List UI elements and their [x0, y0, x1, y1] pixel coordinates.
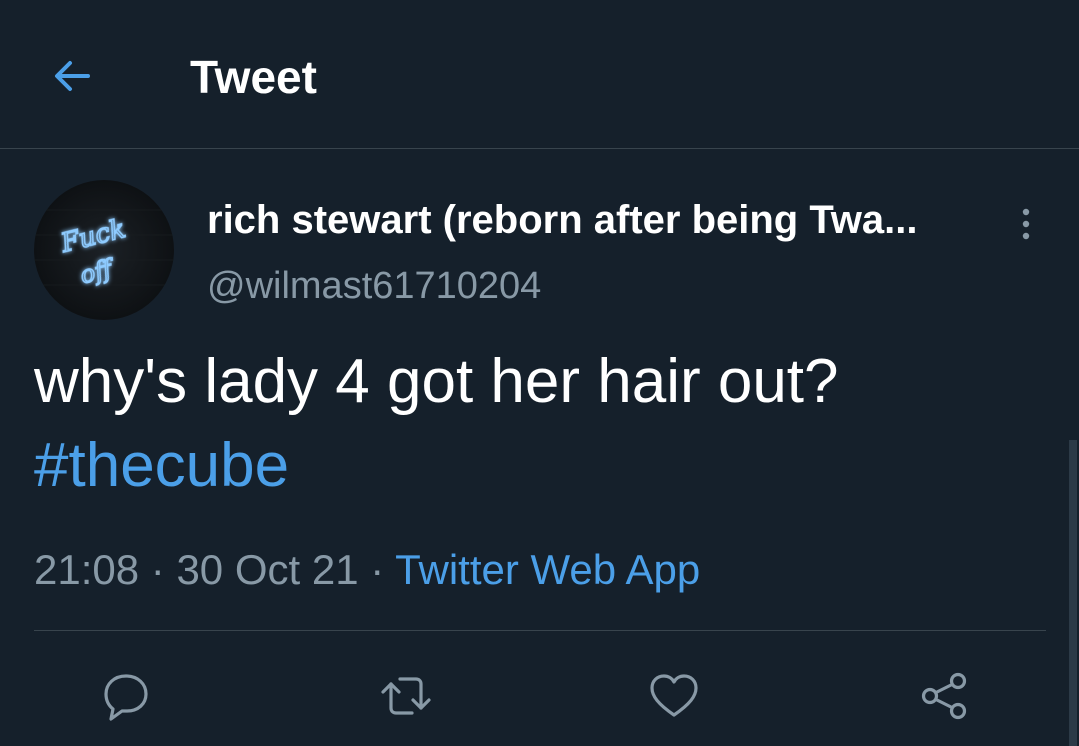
- svg-text:Fuck: Fuck: [57, 214, 128, 259]
- like-button[interactable]: [644, 666, 704, 726]
- svg-text:off: off: [77, 254, 118, 290]
- heart-icon: [650, 674, 698, 717]
- retweet-icon: [381, 677, 431, 715]
- tweet-date: 30 Oct 21: [176, 546, 359, 593]
- reply-button[interactable]: [96, 666, 156, 726]
- neon-sign-image: Fuck off: [34, 209, 174, 290]
- more-options-button[interactable]: [1006, 196, 1046, 252]
- meta-separator: ·: [370, 546, 385, 593]
- tweet-source-link[interactable]: Twitter Web App: [395, 546, 700, 593]
- author-handle[interactable]: @wilmast61710204: [207, 262, 541, 310]
- tweet-text: why's lady 4 got her hair out? #thecube: [34, 340, 1044, 508]
- share-icon: [921, 672, 967, 720]
- share-button[interactable]: [914, 666, 974, 726]
- meta-separator: ·: [150, 546, 165, 593]
- author-display-name[interactable]: rich stewart (reborn after being Twa...: [207, 195, 997, 245]
- comment-icon: [104, 674, 148, 721]
- more-vertical-icon: [1022, 208, 1030, 240]
- divider: [34, 630, 1046, 631]
- back-button[interactable]: [44, 48, 100, 104]
- hashtag-link[interactable]: #thecube: [34, 424, 1044, 508]
- tweet-detail-screen: Tweet Fuck off rich stewart (reborn afte…: [0, 0, 1079, 746]
- arrow-left-icon: [55, 61, 90, 91]
- tweet-metadata: 21:08 · 30 Oct 21 · Twitter Web App: [34, 543, 700, 597]
- avatar[interactable]: Fuck off: [34, 180, 174, 320]
- scrollbar-thumb[interactable]: [1069, 440, 1077, 746]
- page-title: Tweet: [190, 51, 317, 103]
- tweet-body: why's lady 4 got her hair out?: [34, 347, 839, 416]
- tweet-time: 21:08: [34, 546, 140, 593]
- top-app-bar: Tweet: [0, 0, 1079, 149]
- retweet-button[interactable]: [376, 666, 436, 726]
